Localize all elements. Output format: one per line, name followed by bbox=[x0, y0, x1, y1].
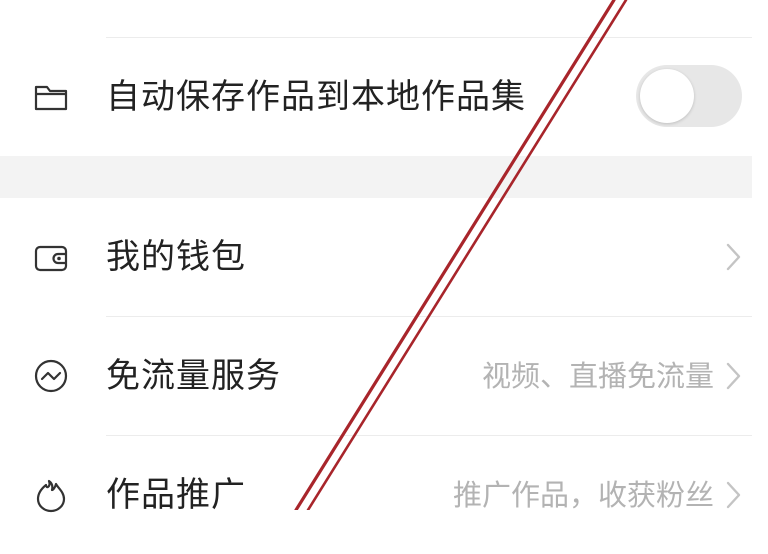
promotion-label: 作品推广 bbox=[106, 475, 246, 515]
settings-row-data-free[interactable]: 免流量服务 视频、直播免流量 bbox=[0, 317, 752, 435]
chevron-right-icon bbox=[722, 479, 744, 511]
auto-save-toggle[interactable] bbox=[636, 65, 742, 127]
folder-icon bbox=[32, 78, 70, 116]
auto-save-label: 自动保存作品到本地作品集 bbox=[106, 77, 526, 117]
wallet-label: 我的钱包 bbox=[106, 237, 246, 277]
data-free-subtitle: 视频、直播免流量 bbox=[481, 359, 714, 393]
chevron-right-icon bbox=[722, 360, 744, 392]
settings-row-wallet[interactable]: 我的钱包 bbox=[0, 198, 752, 316]
wallet-icon bbox=[32, 239, 70, 277]
data-free-label: 免流量服务 bbox=[106, 356, 281, 396]
section-gap bbox=[0, 156, 752, 198]
toggle-knob bbox=[640, 69, 694, 123]
settings-row-promotion[interactable]: 作品推广 推广作品，收获粉丝 bbox=[0, 436, 752, 554]
chevron-right-icon bbox=[722, 241, 744, 273]
flame-icon bbox=[32, 476, 70, 514]
data-free-icon bbox=[32, 357, 70, 395]
promotion-subtitle: 推广作品，收获粉丝 bbox=[452, 478, 714, 512]
